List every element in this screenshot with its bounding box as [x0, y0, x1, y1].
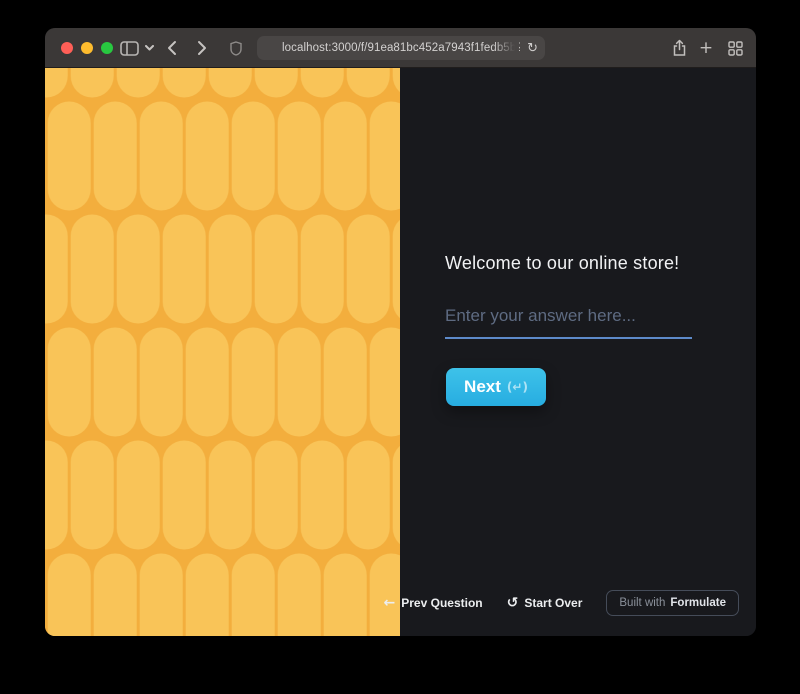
start-over-button[interactable]: ↺ Start Over — [507, 596, 583, 610]
sidebar-icon[interactable] — [118, 28, 140, 68]
reload-icon[interactable]: ↻ — [527, 36, 538, 60]
badge-brand: Formulate — [670, 597, 726, 609]
enter-key-hint-icon: (↵) — [506, 380, 528, 394]
minimize-window-button[interactable] — [81, 42, 93, 54]
next-button[interactable]: Next (↵) — [446, 368, 546, 406]
new-tab-icon[interactable]: + — [697, 28, 715, 68]
prev-question-label: Prev Question — [401, 596, 483, 610]
badge-prefix: Built with — [619, 597, 666, 609]
url-text: localhost:3000/f/91ea81bc452a7943f1fedb5… — [282, 42, 520, 54]
close-window-button[interactable] — [61, 42, 73, 54]
share-icon[interactable] — [670, 28, 688, 68]
url-fade-overlay — [493, 39, 519, 57]
answer-input[interactable] — [445, 306, 692, 339]
back-icon[interactable] — [163, 28, 181, 68]
form-pane: Welcome to our online store! Next (↵) ← … — [384, 68, 756, 636]
traffic-lights — [61, 42, 113, 54]
restart-icon: ↺ — [506, 595, 519, 611]
privacy-shield-icon[interactable] — [227, 28, 245, 68]
start-over-label: Start Over — [524, 596, 583, 610]
built-with-formulate-badge[interactable]: Built with Formulate — [606, 590, 739, 616]
zoom-window-button[interactable] — [101, 42, 113, 54]
prev-question-button[interactable]: ← Prev Question — [384, 596, 483, 610]
browser-toolbar: localhost:3000/f/91ea81bc452a7943f1fedb5… — [45, 28, 756, 68]
address-bar[interactable]: localhost:3000/f/91ea81bc452a7943f1fedb5… — [257, 36, 545, 60]
tab-overview-icon[interactable] — [725, 28, 745, 68]
question-text: Welcome to our online store! — [445, 253, 680, 273]
page-content: Welcome to our online store! Next (↵) ← … — [45, 68, 756, 636]
left-arrow-icon: ← — [383, 595, 396, 611]
form-footer: ← Prev Question ↺ Start Over Built with … — [384, 590, 739, 616]
chevron-down-icon[interactable] — [142, 28, 156, 68]
forward-icon[interactable] — [193, 28, 211, 68]
next-button-label: Next — [464, 377, 501, 396]
decorative-pattern-pane — [45, 68, 400, 636]
pill-pattern-graphic — [45, 68, 400, 636]
browser-window: localhost:3000/f/91ea81bc452a7943f1fedb5… — [45, 28, 756, 636]
